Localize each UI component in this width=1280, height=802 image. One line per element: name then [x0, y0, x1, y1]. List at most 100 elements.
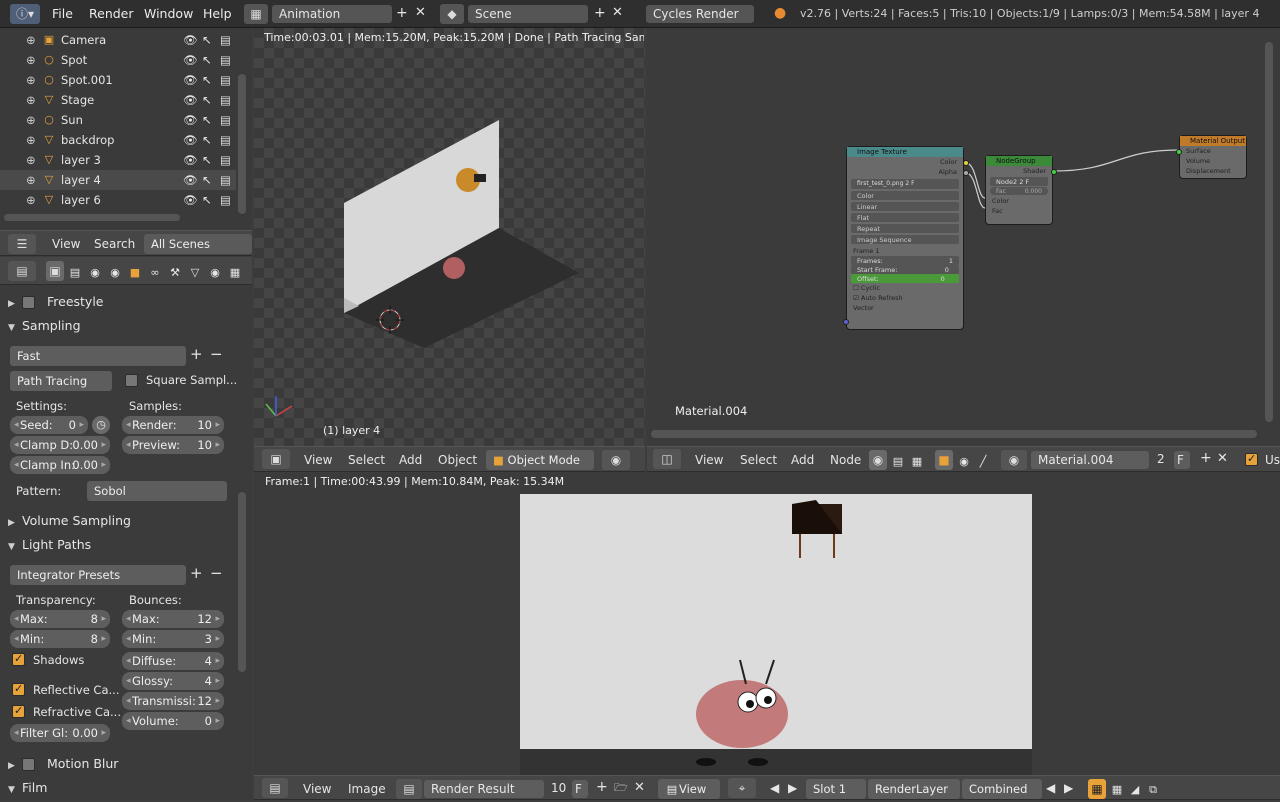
image-browse-icon[interactable]: ▤: [396, 779, 422, 799]
info-editor-icon[interactable]: ⓘ▾: [10, 4, 40, 24]
screen-layout-field[interactable]: Animation: [272, 5, 392, 23]
object-shader-icon[interactable]: ■: [935, 450, 953, 470]
menu-render[interactable]: Render: [89, 0, 134, 28]
material-datablock-field[interactable]: Material.004: [1031, 451, 1149, 469]
renderable-camera-icon[interactable]: ▤: [220, 70, 231, 90]
freestyle-panel-header[interactable]: ▶ Freestyle: [8, 291, 230, 313]
image-view-mode-select[interactable]: ▤ View: [658, 779, 720, 799]
node-editor-vscrollbar[interactable]: [1265, 42, 1273, 422]
renderable-camera-icon[interactable]: ▤: [220, 170, 231, 190]
outliner-editor-icon[interactable]: ☰: [8, 234, 36, 254]
node-view-menu[interactable]: View: [695, 447, 723, 473]
outliner-item[interactable]: ⊕ ▣ Camera 👁 ↖ ▤: [0, 30, 236, 50]
viewport-view-menu[interactable]: View: [304, 447, 332, 473]
bounces-max-field[interactable]: Max:12: [122, 610, 224, 628]
outliner-item[interactable]: ⊕ ○ Spot.001 👁 ↖ ▤: [0, 70, 236, 90]
outliner-item-name[interactable]: backdrop: [61, 130, 114, 150]
renderable-camera-icon[interactable]: ▤: [220, 130, 231, 150]
renderable-camera-icon[interactable]: ▤: [220, 190, 231, 210]
outliner-item-name[interactable]: Stage: [61, 90, 94, 110]
shadows-checkbox[interactable]: [12, 653, 25, 666]
motion-blur-checkbox[interactable]: [22, 758, 35, 771]
node-editor[interactable]: Image Texture Color Alpha first_test_0.p…: [647, 28, 1280, 446]
image-texture-option-select[interactable]: Repeat: [851, 224, 959, 233]
renderable-camera-icon[interactable]: ▤: [220, 150, 231, 170]
viewport-editor-icon[interactable]: ▣: [262, 449, 290, 469]
selectable-arrow-icon[interactable]: ↖: [202, 90, 212, 110]
scene-icon[interactable]: ◆: [440, 4, 464, 24]
draw-channels-rgba-icon[interactable]: ▦: [1088, 779, 1106, 799]
material-tab-icon[interactable]: ◉: [208, 265, 222, 280]
material-users-count[interactable]: 2: [1157, 452, 1165, 466]
expand-icon[interactable]: ⊕: [26, 130, 36, 150]
diffuse-bounces-field[interactable]: Diffuse:4: [122, 652, 224, 670]
frames-field[interactable]: Frames: 1: [851, 256, 959, 265]
viewport-add-menu[interactable]: Add: [399, 447, 422, 473]
outliner-hscrollbar[interactable]: [4, 214, 180, 221]
selectable-arrow-icon[interactable]: ↖: [202, 170, 212, 190]
unlink-image-icon[interactable]: ✕: [634, 780, 645, 795]
image-texture-node[interactable]: Image Texture Color Alpha first_test_0.p…: [843, 146, 969, 330]
expand-icon[interactable]: ⊕: [26, 110, 36, 130]
reflective-caustics-checkbox[interactable]: [12, 683, 25, 696]
outliner-scrollbar[interactable]: [238, 74, 246, 214]
image-image-menu[interactable]: Image: [348, 776, 386, 802]
expand-icon[interactable]: ⊕: [26, 90, 36, 110]
new-image-icon[interactable]: +: [596, 779, 608, 795]
expand-icon[interactable]: ⊕: [26, 30, 36, 50]
film-panel-header[interactable]: ▼ Film: [8, 777, 230, 799]
transparency-min-field[interactable]: Min:8: [10, 630, 110, 648]
scene-field[interactable]: Scene: [468, 5, 588, 23]
visibility-eye-icon[interactable]: 👁: [183, 130, 198, 150]
image-users-count[interactable]: 10: [551, 781, 566, 795]
constraints-tab-icon[interactable]: ∞: [148, 265, 162, 280]
image-texture-option-select[interactable]: Linear: [851, 202, 959, 211]
offset-field[interactable]: Offset: 0: [851, 274, 959, 283]
3d-viewport[interactable]: Time:00:03.01 | Mem:15.20M, Peak:15.20M …: [254, 28, 645, 446]
cyclic-toggle[interactable]: ☐ Cyclic: [847, 283, 963, 293]
node-editor-icon[interactable]: ◫: [653, 449, 681, 469]
preview-samples-field[interactable]: Preview:10: [122, 436, 224, 454]
square-samples-checkbox[interactable]: [125, 374, 138, 387]
auto-refresh-toggle[interactable]: ☑ Auto Refresh: [847, 293, 963, 303]
image-editor-icon[interactable]: ▤: [262, 778, 288, 798]
outliner-item[interactable]: ⊕ ▽ backdrop 👁 ↖ ▤: [0, 130, 236, 150]
transmission-bounces-field[interactable]: Transmissi:12: [122, 692, 224, 710]
outliner-item-name[interactable]: layer 4: [61, 170, 101, 190]
prev-slot-icon[interactable]: ◀: [770, 781, 779, 795]
filter-glossy-field[interactable]: Filter Gl:0.00: [10, 724, 110, 742]
texture-nodes-icon[interactable]: ▤: [891, 454, 905, 469]
image-fake-user-button[interactable]: F: [572, 780, 588, 798]
renderable-camera-icon[interactable]: ▤: [220, 30, 231, 50]
render-engine-select[interactable]: Cycles Render: [646, 5, 754, 23]
seed-field[interactable]: Seed:0: [10, 416, 88, 434]
pivot-icon[interactable]: ⌖: [728, 778, 756, 798]
unlink-material-icon[interactable]: ✕: [1217, 451, 1228, 466]
clamp-indirect-field[interactable]: Clamp In:0.00: [10, 456, 110, 474]
expand-icon[interactable]: ⊕: [26, 190, 36, 210]
selectable-arrow-icon[interactable]: ↖: [202, 150, 212, 170]
node-select-menu[interactable]: Select: [740, 447, 777, 473]
world-tab-icon[interactable]: ◉: [108, 265, 122, 280]
selectable-arrow-icon[interactable]: ↖: [202, 30, 212, 50]
menu-help[interactable]: Help: [203, 0, 232, 28]
properties-scrollbar[interactable]: [238, 492, 246, 672]
screen-layout-icon[interactable]: ▦: [244, 4, 268, 24]
visibility-eye-icon[interactable]: 👁: [183, 190, 198, 210]
texture-tab-icon[interactable]: ▦: [228, 265, 242, 280]
line-style-icon[interactable]: ╱: [976, 454, 990, 469]
next-pass-icon[interactable]: ▶: [1064, 781, 1073, 795]
selectable-arrow-icon[interactable]: ↖: [202, 50, 212, 70]
add-screen-icon[interactable]: +: [396, 5, 408, 21]
outliner-item-name[interactable]: Sun: [61, 110, 83, 130]
outliner-item[interactable]: ⊕ ▽ Stage 👁 ↖ ▤: [0, 90, 236, 110]
clamp-direct-field[interactable]: Clamp D:0.00: [10, 436, 110, 454]
visibility-eye-icon[interactable]: 👁: [183, 30, 198, 50]
image-texture-option-select[interactable]: Color: [851, 191, 959, 200]
menu-file[interactable]: File: [52, 0, 73, 28]
copy-image-icon[interactable]: ⧉: [1146, 782, 1160, 797]
sampling-preset-select[interactable]: Fast: [10, 346, 186, 366]
object-tab-icon[interactable]: ■: [128, 265, 142, 280]
draw-channels-z-icon[interactable]: ◢: [1128, 782, 1142, 797]
render-samples-field[interactable]: Render:10: [122, 416, 224, 434]
